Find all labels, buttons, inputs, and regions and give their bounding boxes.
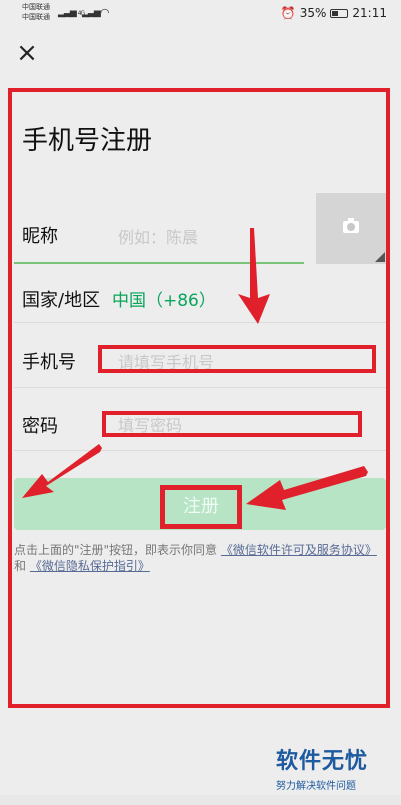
watermark-logo: 软件无忧 努力解决软件问题 bbox=[276, 743, 386, 792]
privacy-guide-link[interactable]: 《微信隐私保护指引》 bbox=[30, 559, 150, 573]
alarm-icon: ⏰ bbox=[280, 6, 296, 20]
password-input-highlight bbox=[102, 411, 362, 437]
close-icon[interactable]: × bbox=[14, 40, 40, 66]
watermark-title: 软件无忧 bbox=[276, 749, 369, 774]
divider bbox=[14, 322, 388, 323]
wifi-icon: ◠ bbox=[100, 6, 110, 19]
signal-icon: ▂▃▅ 4G bbox=[58, 8, 85, 18]
clock: 21:11 bbox=[352, 6, 387, 20]
register-button-label[interactable]: 注册 bbox=[160, 485, 242, 529]
battery-percent: 35% bbox=[299, 6, 327, 20]
carrier-1: 中国联通 bbox=[22, 3, 50, 11]
signal-icon-2: ▂▃▅ bbox=[82, 8, 101, 18]
annotation-arrow-down bbox=[238, 228, 270, 324]
region-selector[interactable]: 中国（+86） bbox=[112, 286, 216, 311]
status-right: ⏰ 35% 21:11 bbox=[281, 6, 387, 20]
nickname-input[interactable]: 例如：陈晨 bbox=[118, 224, 198, 248]
page-title: 手机号注册 bbox=[22, 126, 153, 156]
phone-label: 手机号 bbox=[22, 352, 76, 373]
corner-indicator-icon bbox=[375, 252, 385, 262]
carrier-2: 中国联通 bbox=[22, 13, 50, 21]
carrier-info: 中国联通 中国联通 bbox=[22, 2, 50, 22]
status-bar: 中国联通 中国联通 ▂▃▅ 4G ▂▃▅ ◠ ⏰ 35% 21:11 bbox=[0, 0, 401, 28]
battery-icon bbox=[330, 8, 349, 18]
divider bbox=[14, 450, 388, 451]
phone-input-highlight bbox=[98, 345, 376, 373]
license-agreement-link[interactable]: 《微信软件许可及服务协议》 bbox=[221, 543, 377, 557]
password-label: 密码 bbox=[22, 416, 58, 437]
agreement-connector: 和 bbox=[14, 559, 27, 573]
camera-icon bbox=[343, 218, 359, 233]
annotation-outline bbox=[8, 88, 390, 708]
nickname-underline bbox=[14, 262, 304, 264]
divider bbox=[14, 387, 388, 388]
watermark-subtitle: 努力解决软件问题 bbox=[276, 781, 356, 792]
agreement-text: 点击上面的"注册"按钮，即表示你同意 《微信软件许可及服务协议》 和 《微信隐私… bbox=[14, 542, 386, 574]
agreement-prefix: 点击上面的"注册"按钮，即表示你同意 bbox=[14, 543, 218, 557]
nickname-label: 昵称 bbox=[22, 226, 58, 247]
navigation-bar bbox=[0, 795, 401, 805]
region-label: 国家/地区 bbox=[22, 290, 101, 311]
